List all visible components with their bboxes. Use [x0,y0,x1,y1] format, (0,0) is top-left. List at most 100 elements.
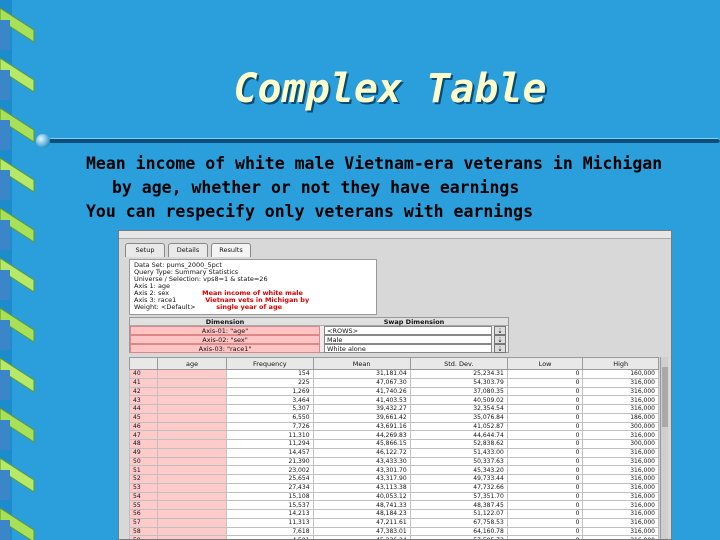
query-info-box: Data Set: pums_2000_5pct Query Type: Sum… [129,259,377,315]
table-row[interactable]: 58 7,618 47,383.01 64,160.78 0 316,000 [128,526,659,537]
table-cell [157,430,228,440]
table-cell: 43,113.38 [312,482,411,493]
tab-details[interactable]: Details [168,243,208,257]
table-cell: 316,000 [582,526,659,537]
table-cell: 0 [506,421,584,432]
row-id-cell: 53 [128,482,159,493]
table-cell: 316,000 [582,500,659,510]
binder-shadow [0,420,10,450]
swap-select-3[interactable]: White alone [324,344,492,353]
binder-shadow [0,120,10,150]
table-row[interactable]: 45 6,550 39,661.42 35,076.84 0 186,000 [128,412,659,423]
table-cell: 316,000 [582,430,659,440]
row-id-cell: 43 [128,395,159,405]
table-scrollbar[interactable] [660,357,668,539]
table-row[interactable]: 50 21,390 43,433.30 50,337.63 0 316,000 [128,456,659,467]
row-id-cell: 46 [128,421,159,432]
col-header: age [157,357,228,370]
dimension-axis-2: Axis-02: "sex" [130,335,320,344]
table-cell: 51,433.00 [409,447,508,458]
binder-shadow [0,220,10,250]
table-cell: 48,387.45 [409,500,508,510]
table-row[interactable]: 46 7,726 43,691.16 41,052.87 0 300,000 [128,421,659,432]
table-row[interactable]: 41 225 47,067.30 54,303.79 0 316,000 [128,377,659,388]
col-header [128,357,159,370]
table-cell: 0 [506,412,584,423]
table-cell: 47,211.61 [312,517,411,528]
table-row[interactable]: 55 15,537 48,741.33 48,387.45 0 316,000 [128,500,659,510]
table-cell: 7,726 [226,421,314,432]
row-id-cell: 56 [128,509,159,519]
table-cell: 41,740.26 [312,386,411,397]
table-cell: 35,076.84 [409,412,508,423]
swap-button-2[interactable]: ⇣ [494,335,506,344]
table-cell: 0 [506,430,584,440]
swap-col-header: Swap Dimension [383,318,445,326]
table-row[interactable]: 53 27,434 43,113.38 47,732.66 0 316,000 [128,482,659,493]
table-cell: 0 [506,491,584,502]
scrollbar-thumb[interactable] [662,367,668,427]
row-id-cell: 47 [128,430,159,440]
col-header: Mean [312,357,411,370]
swap-button-1[interactable]: ⇣ [494,326,506,335]
table-cell: 316,000 [582,456,659,467]
table-row[interactable]: 42 1,269 41,740.26 37,080.35 0 316,000 [128,386,659,397]
table-cell: 0 [506,369,584,379]
table-row[interactable]: 44 5,307 39,432.27 32,354.54 0 316,000 [128,404,659,414]
table-cell: 316,000 [582,535,659,539]
table-cell: 48,184.23 [312,509,411,519]
swap-select-1[interactable]: <ROWS> [324,326,492,335]
table-row[interactable]: 48 11,294 45,866.15 52,838.62 0 300,000 [128,439,659,449]
tab-setup[interactable]: Setup [125,243,165,257]
table-cell: 316,000 [582,377,659,388]
table-cell: 44,644.74 [409,430,508,440]
swap-button-3[interactable]: ⇣ [494,344,506,353]
binder-shadow [0,470,10,500]
table-row[interactable]: 56 14,213 48,184.23 51,122.07 0 316,000 [128,509,659,519]
table-row[interactable]: 57 11,313 47,211.61 67,758.53 0 316,000 [128,517,659,528]
table-cell: 316,000 [582,386,659,397]
table-cell: 39,661.42 [312,412,411,423]
table-row[interactable]: 43 3,464 41,403.53 40,509.02 0 316,000 [128,395,659,405]
table-cell: 316,000 [582,474,659,484]
table-cell [157,491,228,502]
binder-decoration [0,0,35,540]
table-row[interactable]: 54 15,108 40,053.12 57,351.70 0 316,000 [128,491,659,502]
table-cell [157,482,228,493]
table-cell: 186,000 [582,412,659,423]
table-cell: 40,509.02 [409,395,508,405]
table-row[interactable]: 40 154 31,181.04 25,234.31 0 160,000 [128,369,659,379]
table-cell: 57,505.73 [409,535,508,539]
table-row[interactable]: 59 4,50145,236.2457,505.730316,000 [128,535,659,539]
table-cell: 27,434 [226,482,314,493]
table-cell: 4,501 [226,535,314,539]
table-cell [157,395,228,405]
table-cell: 51,122.07 [409,509,508,519]
table-cell: 45,236.24 [312,535,411,539]
swap-select-2[interactable]: Male [324,335,492,344]
table-row[interactable]: 51 23,002 43,301.70 45,343.20 0 316,000 [128,465,659,475]
table-cell: 316,000 [582,491,659,502]
table-cell: 25,234.31 [409,369,508,379]
row-id-cell: 58 [128,526,159,537]
table-cell: 154 [226,369,314,379]
table-cell [157,509,228,519]
table-cell: 0 [506,439,584,449]
table-row[interactable]: 49 14,457 46,122.72 51,433.00 0 316,000 [128,447,659,458]
dimension-axis-1: Axis-01: "age" [130,326,320,335]
table-row[interactable]: 52 25,654 43,317.90 49,733.44 0 316,000 [128,474,659,484]
table-cell: 300,000 [582,439,659,449]
table-row[interactable]: 47 11,310 44,269.83 44,644.74 0 316,000 [128,430,659,440]
table-cell: 15,108 [226,491,314,502]
table-cell: 0 [506,517,584,528]
body-line-2: by age, whether or not they have earning… [112,178,520,197]
table-cell: 6,550 [226,412,314,423]
table-cell: 47,383.01 [312,526,411,537]
table-cell: 47,067.30 [312,377,411,388]
table-cell [157,412,228,423]
binder-shadow [0,170,10,200]
table-cell: 45,343.20 [409,465,508,475]
col-header: Low [506,357,584,370]
tab-results[interactable]: Results [211,243,251,257]
table-cell: 11,313 [226,517,314,528]
